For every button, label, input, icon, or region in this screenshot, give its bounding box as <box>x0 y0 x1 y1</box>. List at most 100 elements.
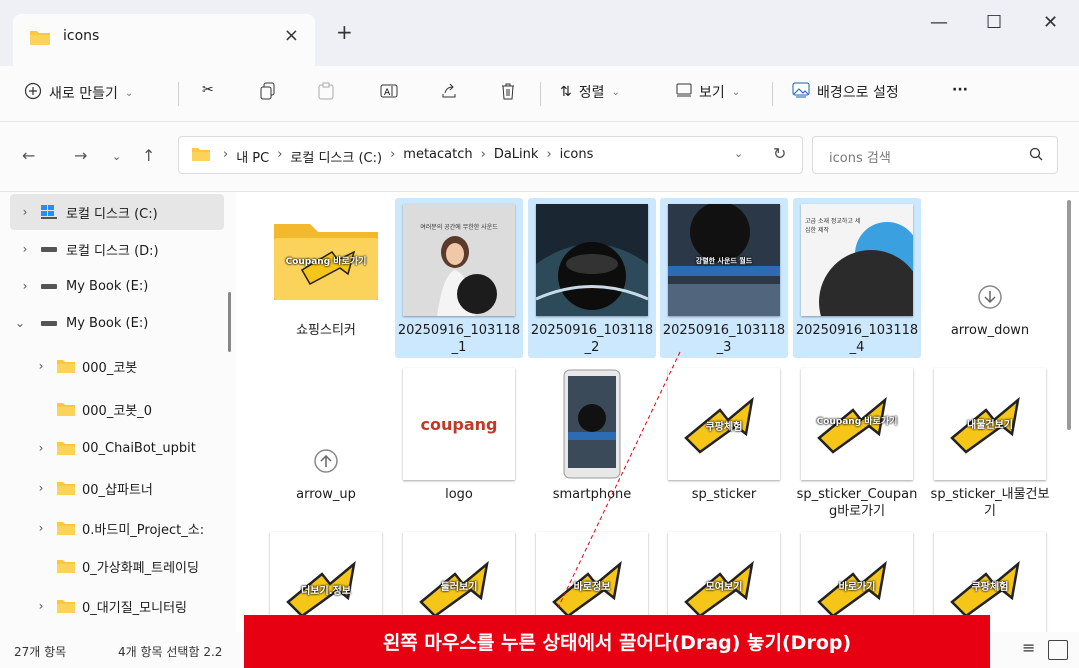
chevron-right-icon[interactable]: › <box>26 359 56 373</box>
file-item-image[interactable]: Coupang 바로가기 sp_sticker_Coupang바로가기 <box>793 362 921 522</box>
sidebar-item-label: My Book (E:) <box>66 315 149 331</box>
search-box[interactable]: icons 검색 <box>812 136 1058 174</box>
file-item-image[interactable]: arrow_up <box>262 362 390 522</box>
copy-button[interactable] <box>260 82 276 104</box>
forward-arrow-icon[interactable]: → <box>74 146 87 165</box>
file-name: sp_sticker_Coupang바로가기 <box>796 487 918 519</box>
file-item-image[interactable]: 고급 소재 정교하고 세심한 제작 20250916_103118_4 <box>793 198 921 358</box>
up-arrow-icon[interactable]: ↑ <box>142 146 155 165</box>
file-item-image[interactable]: coupang logo <box>395 362 523 522</box>
rename-button[interactable]: A <box>380 82 398 104</box>
sort-icon: ⇅ <box>560 84 572 100</box>
chevron-right-icon[interactable]: › <box>26 441 56 455</box>
close-window-button[interactable]: ✕ <box>1043 12 1058 33</box>
folder-icon <box>56 401 82 417</box>
address-bar[interactable]: › 내 PC › 로컬 디스크 (C:) › metacatch › DaLin… <box>178 136 803 174</box>
minimize-button[interactable]: — <box>930 12 948 33</box>
sidebar-item-drive-d[interactable]: › 로컬 디스크 (D:) <box>10 231 224 267</box>
sidebar-item-folder[interactable]: › 0.바드미_Project_소: <box>26 510 231 546</box>
content-scrollbar[interactable] <box>1067 200 1071 430</box>
sticker-label: 더보기.정보 <box>301 586 351 597</box>
image-thumbnail: 강렬한 사운드 월드 <box>668 204 780 316</box>
thumbnail-caption: 강렬한 사운드 월드 <box>695 257 753 265</box>
file-item-folder[interactable]: Coupang 바로가기 쇼핑스티커 <box>262 198 390 358</box>
file-name: arrow_down <box>950 323 1030 338</box>
sidebar-item-label: 00_ChaiBot_upbit <box>82 440 196 456</box>
breadcrumb-item[interactable]: metacatch <box>403 147 472 166</box>
breadcrumb-separator: › <box>277 147 283 162</box>
chevron-right-icon[interactable]: › <box>10 242 40 256</box>
chevron-down-icon: ⌄ <box>124 87 134 99</box>
sidebar-scrollbar[interactable] <box>228 292 231 352</box>
tab-icons[interactable]: icons × <box>13 14 315 66</box>
more-options-button[interactable]: ··· <box>952 82 968 98</box>
sidebar-item-mybook-e-expanded[interactable]: ⌄ My Book (E:) <box>0 305 214 341</box>
folder-thumbnail: Coupang 바로가기 <box>270 204 382 316</box>
file-name: 20250916_103118_1 <box>397 323 521 355</box>
breadcrumb-separator: › <box>223 147 229 162</box>
breadcrumb-item[interactable]: DaLink <box>494 147 539 166</box>
file-item-image[interactable]: 20250916_103118_2 <box>528 198 656 358</box>
image-thumbnail <box>536 368 648 480</box>
file-item-image[interactable]: 쿠팡체험 sp_sticker <box>660 362 788 522</box>
sidebar-item-label: 로컬 디스크 (C:) <box>66 206 158 222</box>
arrow-down-circle-icon <box>978 285 1002 309</box>
breadcrumb-item[interactable]: 내 PC <box>236 147 269 166</box>
new-button[interactable]: 새로 만들기 ⌄ <box>24 82 133 104</box>
details-view-icon[interactable]: ≡ <box>1022 638 1035 657</box>
chevron-right-icon[interactable]: › <box>26 481 56 495</box>
chevron-right-icon[interactable]: › <box>26 599 56 613</box>
sidebar-item-folder[interactable]: › 00_샵파트너 <box>26 470 240 506</box>
delete-button[interactable] <box>500 82 516 104</box>
cut-button[interactable]: ✂ <box>202 82 214 98</box>
maximize-button[interactable]: ☐ <box>986 12 1002 33</box>
folder-icon <box>56 558 82 574</box>
chevron-down-icon[interactable]: ⌄ <box>0 316 40 330</box>
sidebar-item-drive-c[interactable]: › 로컬 디스크 (C:) <box>10 194 224 230</box>
breadcrumb-separator: › <box>546 147 552 162</box>
sidebar-item-folder[interactable]: › 00_ChaiBot_upbit <box>26 430 240 466</box>
chevron-down-icon: ⌄ <box>611 86 620 98</box>
thumbnail-caption: 여러분의 공간에 무한한 사운드 <box>420 224 498 231</box>
share-button[interactable] <box>440 82 458 104</box>
refresh-icon[interactable]: ↻ <box>773 144 786 163</box>
view-button[interactable]: 보기 ⌄ <box>676 82 740 102</box>
large-icons-view-button[interactable] <box>1048 640 1068 660</box>
file-item-image[interactable]: smartphone <box>528 362 656 522</box>
breadcrumb-item[interactable]: 로컬 디스크 (C:) <box>290 147 382 166</box>
paste-button[interactable] <box>318 82 334 104</box>
trash-icon <box>500 82 516 104</box>
image-thumbnail <box>536 204 648 316</box>
sidebar-item-folder[interactable]: › 000_코봇 <box>26 348 240 384</box>
sidebar-item-folder[interactable]: 000_코봇_0 <box>26 391 240 427</box>
chevron-down-icon[interactable]: ⌄ <box>734 147 743 160</box>
new-tab-button[interactable]: + <box>336 20 353 44</box>
file-name: 쇼핑스티커 <box>296 323 356 338</box>
sort-button-label: 정렬 <box>578 85 605 101</box>
selected-count: 4개 항목 선택함 2.2 <box>118 645 223 659</box>
file-item-image[interactable]: 내물건보기 sp_sticker_내물건보기 <box>926 362 1054 522</box>
file-item-image[interactable]: 여러분의 공간에 무한한 사운드 20250916_103118_1 <box>395 198 523 358</box>
file-item-image[interactable]: arrow_down <box>926 198 1054 358</box>
breadcrumb-item[interactable]: icons <box>560 147 594 166</box>
breadcrumb-separator: › <box>390 147 396 162</box>
file-name: 20250916_103118_4 <box>795 323 919 355</box>
chevron-down-icon: ⌄ <box>731 86 741 98</box>
recent-chevron-icon[interactable]: ⌄ <box>112 150 121 163</box>
file-name: sp_sticker <box>691 487 757 502</box>
set-background-button[interactable]: 배경으로 설정 <box>792 82 899 102</box>
sidebar-item-label: 0.바드미_Project_소: <box>82 522 205 538</box>
chevron-right-icon[interactable]: › <box>26 521 56 535</box>
sidebar-item-folder[interactable]: › 0_대기질_모니터링 <box>26 588 240 624</box>
sticker-label: 둘러보기 <box>440 582 478 593</box>
drive-icon <box>40 281 66 291</box>
chevron-right-icon[interactable]: › <box>10 279 40 293</box>
tab-close-button[interactable]: × <box>284 25 299 46</box>
drive-icon <box>40 244 66 254</box>
sidebar-item-folder[interactable]: 0_가상화폐_트레이딩 <box>26 548 231 584</box>
back-arrow-icon[interactable]: ← <box>22 146 35 165</box>
sidebar-item-mybook-e[interactable]: › My Book (E:) <box>10 268 224 304</box>
sort-button[interactable]: ⇅ 정렬 ⌄ <box>560 82 620 102</box>
chevron-right-icon[interactable]: › <box>10 205 40 219</box>
file-item-image[interactable]: 강렬한 사운드 월드 20250916_103118_3 <box>660 198 788 358</box>
